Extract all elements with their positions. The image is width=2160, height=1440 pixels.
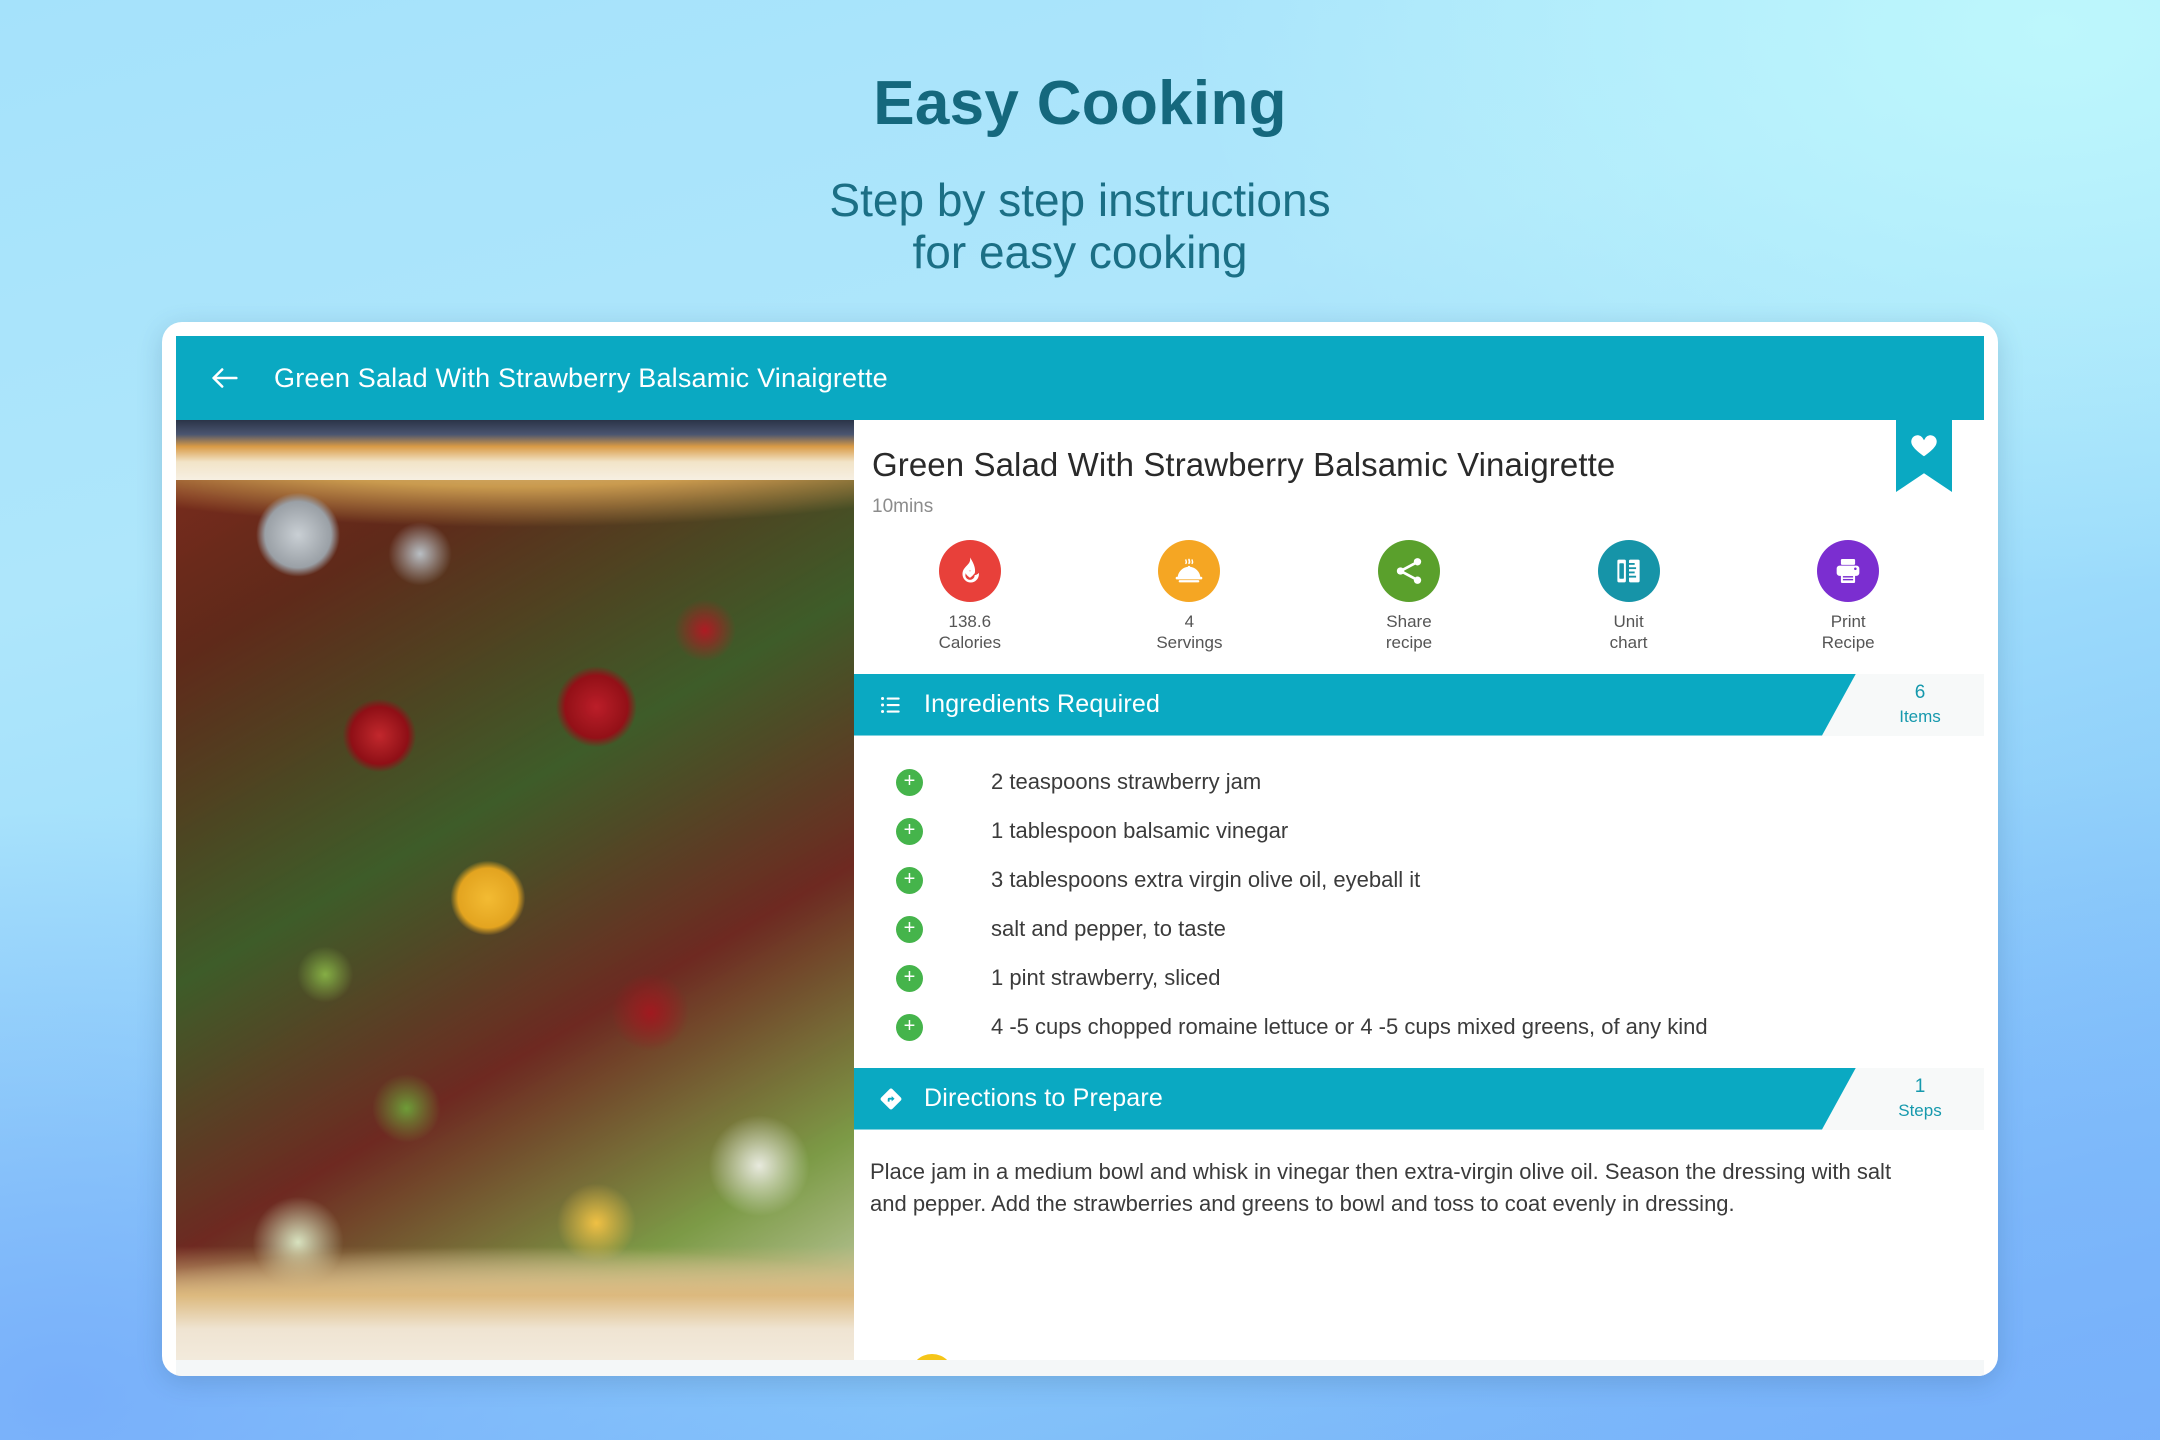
ingredient-text: salt and pepper, to taste xyxy=(991,916,1226,941)
ingredients-section-title: Ingredients Required xyxy=(924,690,1161,718)
list-item[interactable]: + 3 tablespoons extra virgin olive oil, … xyxy=(896,856,1950,905)
stat-servings[interactable]: 4 Servings xyxy=(1099,540,1279,654)
print-recipe-label: Print Recipe xyxy=(1821,612,1875,653)
ingredients-count-value: 6 xyxy=(1914,682,1926,704)
plus-icon[interactable]: + xyxy=(896,1013,923,1041)
share-icon xyxy=(1377,540,1440,602)
ingredient-text: 1 tablespoon balsamic vinegar xyxy=(991,818,1289,843)
screen-content: Green Salad With Strawberry Balsamic Vin… xyxy=(176,420,1984,1376)
ingredients-count-badge: 6 Items xyxy=(1856,673,1984,736)
list-icon xyxy=(876,690,906,720)
plus-icon[interactable]: + xyxy=(896,866,923,894)
list-item[interactable]: + 4 -5 cups chopped romaine lettuce or 4… xyxy=(896,1003,1950,1052)
list-item[interactable]: + 2 teaspoons strawberry jam xyxy=(896,758,1950,807)
directions-count-badge: 1 Steps xyxy=(1856,1067,1984,1130)
ingredient-text: 4 -5 cups chopped romaine lettuce or 4 -… xyxy=(991,1014,1708,1039)
directions-section-header-main: Directions to Prepare xyxy=(854,1068,1856,1130)
recipe-title: Green Salad With Strawberry Balsamic Vin… xyxy=(872,446,1616,483)
app-screen: Green Salad With Strawberry Balsamic Vin… xyxy=(176,336,1984,1376)
ingredients-section-header-main: Ingredients Required xyxy=(854,674,1856,736)
ruler-unit-chart-icon xyxy=(1597,540,1660,602)
stat-servings-label: 4 Servings xyxy=(1156,612,1223,653)
ingredient-text: 3 tablespoons extra virgin olive oil, ey… xyxy=(991,867,1421,892)
plus-icon[interactable]: + xyxy=(896,964,923,992)
ingredient-text: 1 pint strawberry, sliced xyxy=(991,965,1221,990)
recipe-action-row: 138.6 Calories 4 Servings Share recipe U… xyxy=(854,518,1984,674)
hero-section: Easy Cooking Step by step instructions f… xyxy=(0,0,2160,278)
ingredients-list: + 2 teaspoons strawberry jam + 1 tablesp… xyxy=(854,735,1984,1068)
heart-icon xyxy=(1909,430,1939,465)
page-title: Easy Cooking xyxy=(873,69,1287,138)
recipe-header: Green Salad With Strawberry Balsamic Vin… xyxy=(854,420,1984,518)
recipe-time: 10mins xyxy=(872,496,934,517)
directions-diamond-icon xyxy=(876,1084,906,1114)
directions-count-label: Steps xyxy=(1898,1100,1942,1120)
page-subtitle-line-2: for easy cooking xyxy=(912,225,1248,278)
print-recipe-button[interactable]: Print Recipe xyxy=(1758,540,1938,654)
ingredient-text: 2 teaspoons strawberry jam xyxy=(991,769,1262,794)
list-item[interactable]: + 1 tablespoon balsamic vinegar xyxy=(896,807,1950,856)
ingredients-section-header[interactable]: Ingredients Required 6 Items xyxy=(854,673,1984,736)
plus-icon[interactable]: + xyxy=(896,768,923,796)
ingredients-count-label: Items xyxy=(1899,706,1941,726)
direction-step-text: Place jam in a medium bowl and whisk in … xyxy=(870,1158,1892,1217)
recipe-detail-panel: Green Salad With Strawberry Balsamic Vin… xyxy=(854,420,1984,1376)
app-bar-title: Green Salad With Strawberry Balsamic Vin… xyxy=(274,362,888,393)
directions-section-title: Directions to Prepare xyxy=(924,1084,1164,1112)
arrow-left-icon[interactable] xyxy=(202,355,248,401)
stat-calories[interactable]: 138.6 Calories xyxy=(880,540,1060,654)
device-frame: Green Salad With Strawberry Balsamic Vin… xyxy=(162,322,1998,1376)
page-subtitle-line-1: Step by step instructions xyxy=(829,174,1331,226)
plus-icon[interactable]: + xyxy=(896,915,923,943)
directions-list: Place jam in a medium bowl and whisk in … xyxy=(854,1129,1984,1376)
screen-bottom-edge xyxy=(176,1360,1984,1376)
calories-flame-icon xyxy=(938,540,1001,602)
stat-calories-label: 138.6 Calories xyxy=(938,612,1001,653)
serving-cloche-icon xyxy=(1158,540,1221,602)
share-recipe-button[interactable]: Share recipe xyxy=(1319,540,1499,654)
app-bar: Green Salad With Strawberry Balsamic Vin… xyxy=(176,336,1984,420)
unit-chart-button[interactable]: Unit chart xyxy=(1539,540,1719,654)
list-item[interactable]: + 1 pint strawberry, sliced xyxy=(896,954,1950,1003)
unit-chart-label: Unit chart xyxy=(1609,612,1648,653)
share-recipe-label: Share recipe xyxy=(1385,612,1433,653)
recipe-photo xyxy=(176,420,854,1376)
directions-count-value: 1 xyxy=(1914,1076,1926,1098)
page-subtitle: Step by step instructions for easy cooki… xyxy=(0,174,2160,278)
list-item[interactable]: + salt and pepper, to taste xyxy=(896,905,1950,954)
printer-icon xyxy=(1817,540,1880,602)
directions-section-header[interactable]: Directions to Prepare 1 Steps xyxy=(854,1067,1984,1130)
plus-icon[interactable]: + xyxy=(896,817,923,845)
